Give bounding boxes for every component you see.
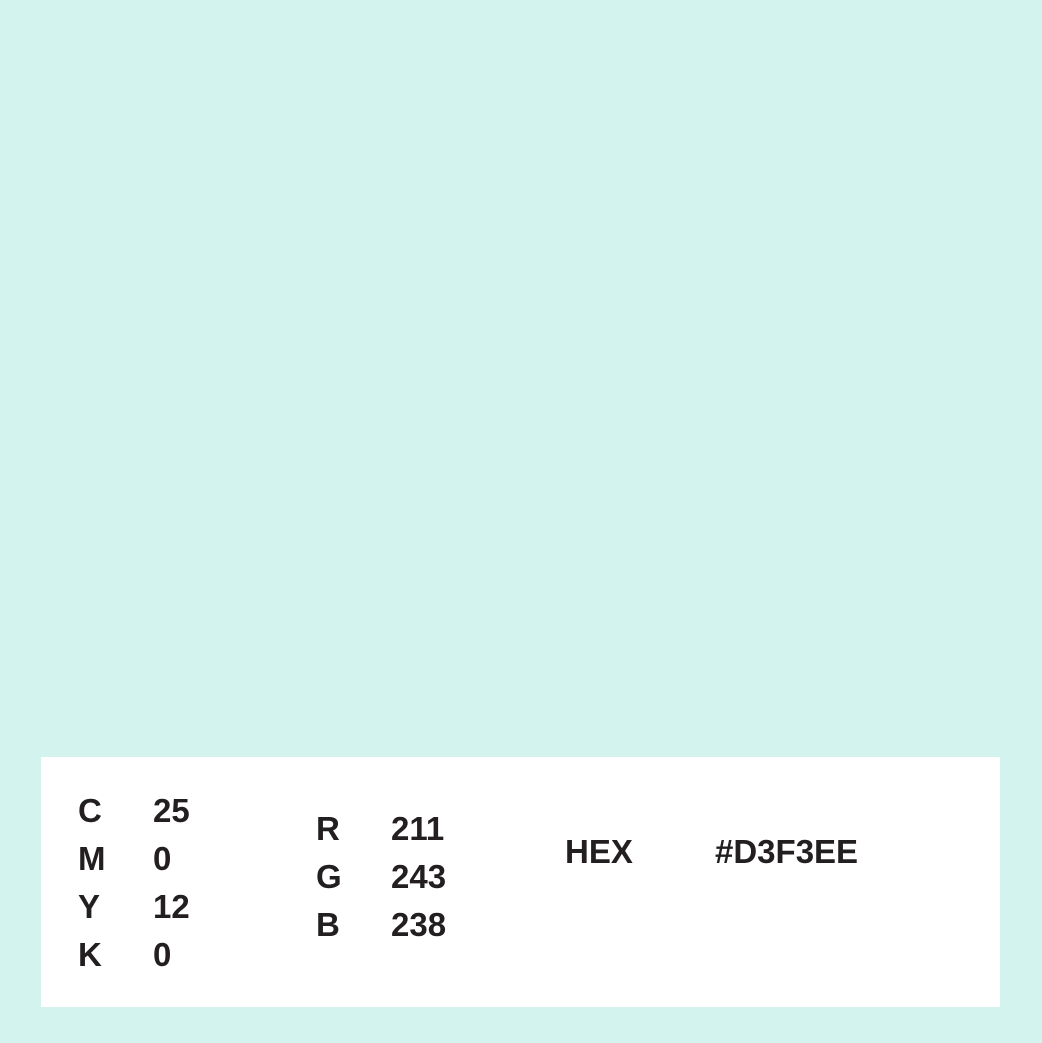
rgb-g-value: 243: [391, 858, 447, 895]
hex-label: HEX: [565, 833, 633, 870]
rgb-r-label: R: [316, 810, 340, 847]
cmyk-m-label: M: [78, 840, 106, 877]
color-values-panel: C 25 M 0 Y 12 K 0 R 211 G 243 B 238 HEX …: [41, 757, 1000, 1007]
cmyk-c-label: C: [78, 792, 102, 829]
rgb-b-value: 238: [391, 906, 447, 943]
hex-value: #D3F3EE: [715, 833, 859, 870]
cmyk-k-value: 0: [153, 936, 172, 973]
cmyk-m-value: 0: [153, 840, 172, 877]
cmyk-y-value: 12: [153, 888, 190, 925]
rgb-b-label: B: [316, 906, 340, 943]
cmyk-y-label: Y: [78, 888, 101, 925]
rgb-r-value: 211: [391, 810, 445, 847]
rgb-g-label: G: [316, 858, 342, 895]
cmyk-k-label: K: [78, 936, 102, 973]
cmyk-c-value: 25: [153, 792, 190, 829]
